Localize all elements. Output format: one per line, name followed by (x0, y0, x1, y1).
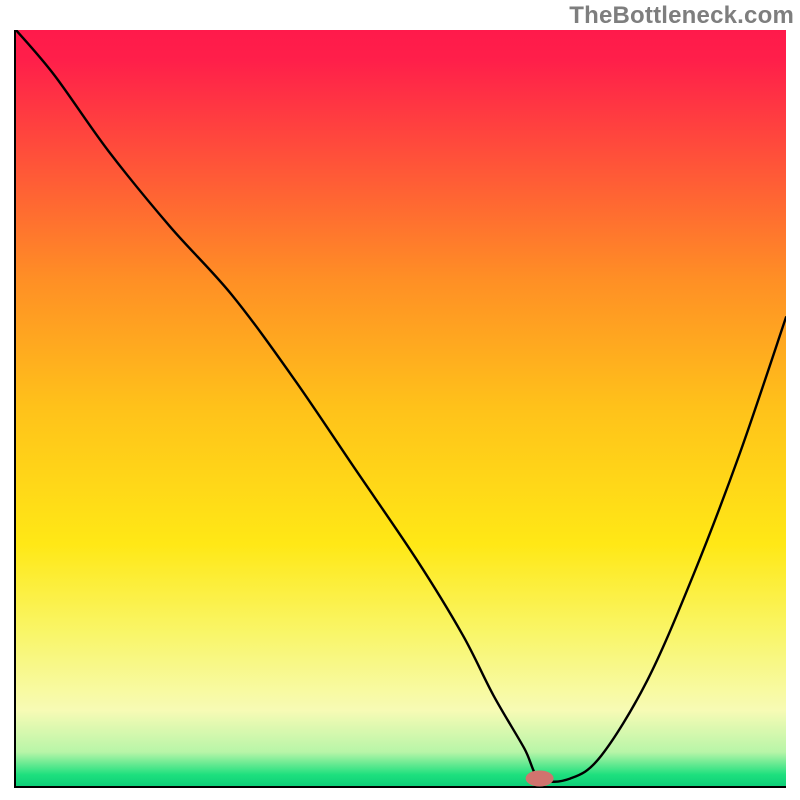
chart-stage: TheBottleneck.com (0, 0, 800, 800)
bottleneck-chart (0, 0, 800, 800)
watermark-label: TheBottleneck.com (569, 2, 794, 30)
gradient-background (16, 30, 786, 786)
optimal-marker (526, 770, 554, 786)
